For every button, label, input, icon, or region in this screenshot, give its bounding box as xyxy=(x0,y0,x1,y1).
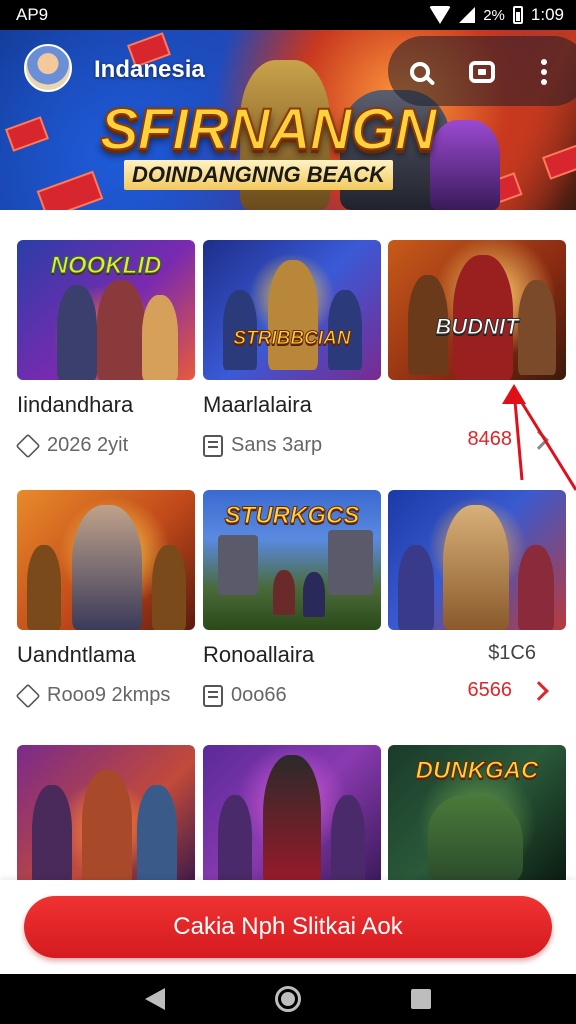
tag-icon xyxy=(15,433,41,458)
game-price-secondary: $1C6 xyxy=(488,642,536,664)
document-icon xyxy=(203,434,223,457)
banner-title: SFIRNANGN xyxy=(99,96,438,163)
hero-figure xyxy=(303,572,325,617)
decor-card xyxy=(5,116,49,152)
hero-figure xyxy=(430,120,500,210)
signal-icon xyxy=(459,7,476,23)
game-grid: NOOKLID Iindandhara 2026 2yit STRIBBCIAN… xyxy=(0,210,576,885)
more-options-button[interactable] xyxy=(528,56,560,88)
app-screen: AP9 2% 1:09 Indanesia SFIRNANGN DOINDANG… xyxy=(0,0,576,1024)
game-thumbnail[interactable] xyxy=(17,490,195,630)
game-meta: Rooo9 2kmps xyxy=(15,683,195,708)
wifi-icon xyxy=(429,6,452,24)
home-icon[interactable] xyxy=(275,986,301,1012)
hero-figure xyxy=(218,795,252,885)
game-card[interactable]: NOOKLID Iindandhara 2026 2yit xyxy=(15,240,195,458)
search-icon xyxy=(410,62,430,82)
thumbnail-logo: STURKGCS xyxy=(224,502,360,530)
game-title[interactable]: Iindandhara xyxy=(17,392,195,418)
cast-icon xyxy=(469,61,495,83)
game-thumbnail[interactable] xyxy=(388,490,566,630)
hero-figure xyxy=(268,260,318,370)
system-nav-bar xyxy=(0,974,576,1024)
status-indicators: 2% 1:09 xyxy=(429,5,564,25)
game-meta-text: Sans 3arp xyxy=(231,434,323,456)
hero-figure xyxy=(97,280,145,380)
decor-card xyxy=(36,170,104,210)
game-meta: Sans 3arp xyxy=(203,434,381,457)
recents-icon[interactable] xyxy=(411,989,431,1009)
game-thumbnail[interactable]: NOOKLID xyxy=(17,240,195,380)
hero-figure xyxy=(331,795,365,885)
clock: 1:09 xyxy=(530,5,564,24)
game-title[interactable]: Maarlalaira xyxy=(203,392,381,418)
profile-avatar[interactable] xyxy=(24,44,72,92)
game-thumbnail[interactable]: DUNKGAC xyxy=(388,745,566,885)
thumbnail-logo: BUDNIT xyxy=(435,314,519,340)
thumbnail-logo: STRIBBCIAN xyxy=(233,328,351,350)
header-banner: Indanesia SFIRNANGN DOINDANGNNG BEACK xyxy=(0,30,576,210)
castle xyxy=(328,530,373,595)
game-thumbnail[interactable]: STURKGCS xyxy=(203,490,381,630)
game-card[interactable]: DUNKGAC xyxy=(388,745,566,885)
game-card[interactable]: STURKGCS Ronoallaira 0oo66 xyxy=(203,490,381,707)
game-meta-text: 0oo66 xyxy=(231,684,287,706)
hero-figure xyxy=(398,545,434,630)
banner-subtitle: DOINDANGNNG BEACK xyxy=(124,160,393,190)
game-thumbnail[interactable] xyxy=(203,745,381,885)
castle xyxy=(218,535,258,595)
bottom-action-bar: Cakia Nph Slitkai Aok xyxy=(0,880,576,974)
game-title[interactable]: Uandntlama xyxy=(17,642,195,668)
game-card[interactable] xyxy=(203,745,381,885)
game-meta: 6566 xyxy=(388,679,566,702)
battery-percent: 2% xyxy=(483,6,505,24)
cast-button[interactable] xyxy=(466,56,498,88)
thumbnail-logo: DUNKGAC xyxy=(415,757,539,785)
creature-figure xyxy=(428,795,523,885)
hero-figure xyxy=(27,545,61,630)
game-meta-text: Rooo9 2kmps xyxy=(47,684,171,706)
hero-figure xyxy=(142,295,178,380)
game-meta-text: 2026 2yit xyxy=(47,434,129,456)
game-thumbnail[interactable]: STRIBBCIAN xyxy=(203,240,381,380)
hero-figure xyxy=(518,545,554,630)
game-meta: 0oo66 xyxy=(203,684,381,707)
hero-figure xyxy=(273,570,295,615)
back-icon[interactable] xyxy=(145,988,165,1010)
tag-icon xyxy=(15,683,41,708)
game-card[interactable]: $1C6 6566 xyxy=(388,490,566,702)
game-card[interactable] xyxy=(17,745,195,885)
hero-figure xyxy=(57,285,97,380)
game-title[interactable]: Ronoallaira xyxy=(203,642,381,668)
game-meta: $1C6 xyxy=(388,642,566,665)
game-thumbnail[interactable]: BUDNIT xyxy=(388,240,566,380)
battery-icon xyxy=(512,6,523,24)
thumbnail-logo: NOOKLID xyxy=(50,252,162,280)
hero-figure xyxy=(82,770,132,885)
chevron-right-icon[interactable] xyxy=(529,680,549,701)
game-price: 6566 xyxy=(467,679,513,701)
game-thumbnail[interactable] xyxy=(17,745,195,885)
hero-figure xyxy=(443,505,509,630)
hero-figure xyxy=(263,755,321,885)
carrier-label: AP9 xyxy=(16,5,49,24)
status-bar: AP9 2% 1:09 xyxy=(0,0,576,30)
region-label[interactable]: Indanesia xyxy=(94,56,205,84)
hero-figure xyxy=(152,545,186,630)
game-card[interactable]: STRIBBCIAN Maarlalaira Sans 3arp xyxy=(203,240,381,457)
game-meta: 2026 2yit xyxy=(15,433,195,458)
hero-figure xyxy=(137,785,177,885)
decor-card xyxy=(542,144,576,180)
hero-figure xyxy=(32,785,72,885)
game-card[interactable]: Uandntlama Rooo9 2kmps xyxy=(15,490,195,708)
search-button[interactable] xyxy=(404,56,436,88)
document-icon xyxy=(203,684,223,707)
more-vert-icon xyxy=(541,59,547,85)
primary-cta-button[interactable]: Cakia Nph Slitkai Aok xyxy=(24,896,552,958)
annotation-arrow xyxy=(502,384,576,491)
hero-figure xyxy=(72,505,142,630)
